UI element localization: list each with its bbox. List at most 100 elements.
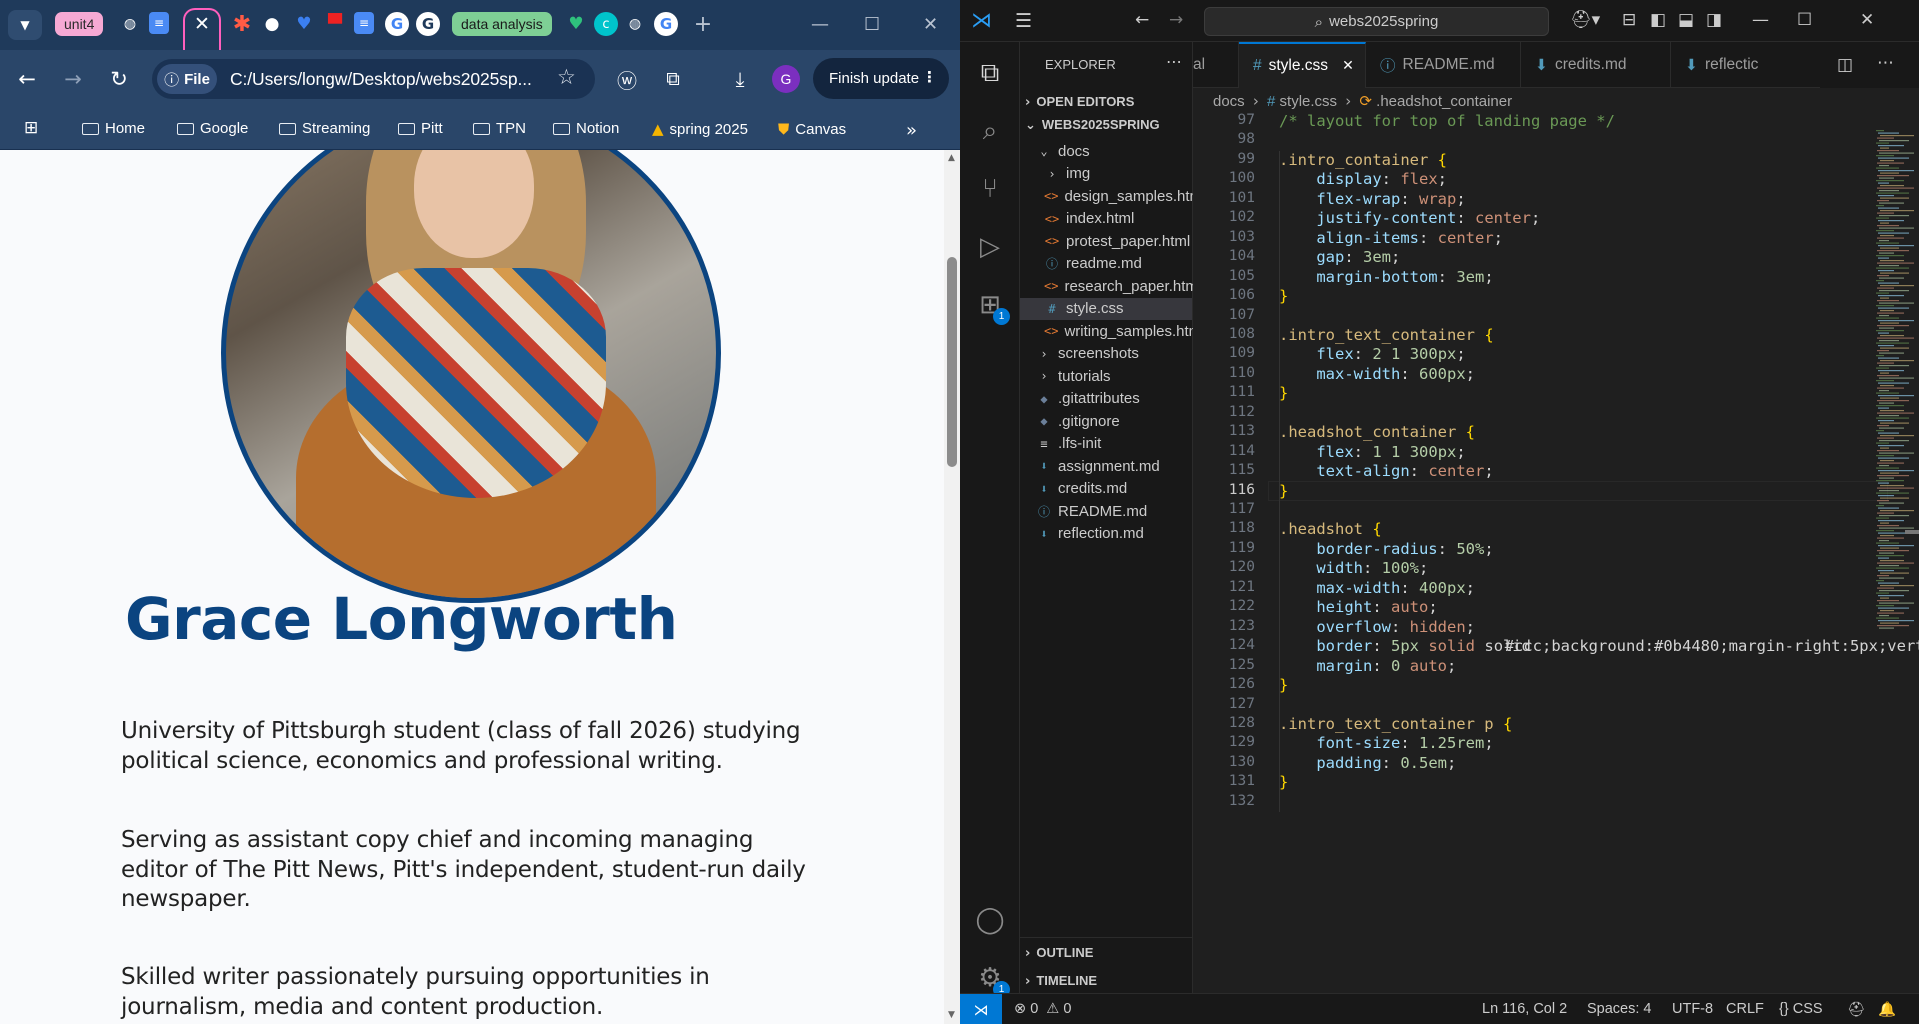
indentation[interactable]: Spaces: 4 xyxy=(1587,1001,1652,1017)
maximize-icon[interactable]: ☐ xyxy=(864,14,880,35)
github-icon[interactable]: ● xyxy=(260,12,284,36)
breadcrumb-symbol[interactable]: .headshot_container xyxy=(1376,93,1512,110)
site-info-chip[interactable]: ⓘ File xyxy=(157,64,217,94)
minimize-icon[interactable]: — xyxy=(1752,10,1769,30)
more-actions-icon[interactable]: ⋯ xyxy=(1877,53,1894,73)
bookmark-pitt[interactable]: Pitt xyxy=(398,120,443,137)
forward-arrow-icon[interactable]: → xyxy=(1169,10,1183,30)
editor-tab-active[interactable]: # style.css ✕ xyxy=(1239,42,1366,88)
address-bar[interactable]: ⓘ File C:/Users/longw/Desktop/webs2025sp… xyxy=(152,59,595,99)
language-mode[interactable]: {} CSS xyxy=(1779,1001,1823,1017)
notifications-bell-icon[interactable]: 🔔 xyxy=(1878,1001,1896,1018)
scroll-down-arrow-icon[interactable]: ▼ xyxy=(948,1010,955,1020)
google-icon[interactable]: G xyxy=(385,12,409,36)
url-text[interactable]: C:/Users/longw/Desktop/webs2025sp... xyxy=(230,69,532,90)
breadcrumb-file[interactable]: style.css xyxy=(1280,93,1338,110)
minimize-icon[interactable]: — xyxy=(811,14,829,35)
code-line[interactable]: .intro_text_container p { xyxy=(1279,715,1512,733)
code-line[interactable]: } xyxy=(1279,482,1288,500)
file-tree-item[interactable]: ⬇ credits.md xyxy=(1020,478,1192,500)
copilot-status-icon[interactable]: ⛑ xyxy=(1847,1001,1865,1018)
asterisk-icon[interactable]: ✱ xyxy=(230,12,254,37)
toggle-panel-icon[interactable]: ⬓ xyxy=(1678,10,1694,30)
heart-icon[interactable]: ♥ xyxy=(292,12,316,36)
scroll-up-arrow-icon[interactable]: ▲ xyxy=(948,153,955,163)
reload-icon[interactable]: ↻ xyxy=(104,64,134,94)
timeline-section[interactable]: › TIMELINE xyxy=(1025,973,1097,989)
finish-update-button[interactable]: Finish update ⋮ xyxy=(813,58,949,99)
explorer-files-icon[interactable]: ⧉ xyxy=(972,55,1008,91)
editor-tab[interactable]: ⓘ README.md xyxy=(1366,42,1521,88)
bookmark-notion[interactable]: Notion xyxy=(553,120,619,137)
code-line[interactable]: } xyxy=(1279,773,1288,791)
code-line[interactable]: padding: 0.5em; xyxy=(1279,754,1456,772)
outline-section[interactable]: › OUTLINE xyxy=(1025,945,1093,961)
bookmark-google[interactable]: Google xyxy=(177,120,248,137)
page-scrollbar[interactable]: ▲ ▼ xyxy=(944,150,960,1024)
code-line[interactable]: flex-wrap: wrap; xyxy=(1279,190,1465,208)
new-tab-plus-icon[interactable]: + xyxy=(691,12,715,37)
code-line[interactable]: overflow: hidden; xyxy=(1279,618,1475,636)
settings-gear-icon[interactable]: ⚙ 1 xyxy=(972,960,1010,998)
code-line[interactable]: max-width: 400px; xyxy=(1279,579,1475,597)
toggle-secondary-sidebar-icon[interactable]: ◨ xyxy=(1706,10,1722,30)
code-line[interactable]: } xyxy=(1279,384,1288,402)
bookmark-canvas[interactable]: ⛊ Canvas xyxy=(778,120,846,138)
code-line[interactable]: flex: 1 1 300px; xyxy=(1279,443,1465,461)
code-line[interactable]: border-radius: 50%; xyxy=(1279,540,1493,558)
file-tree-item[interactable]: ⬇ reflection.md xyxy=(1020,523,1192,545)
remote-indicator-icon[interactable]: ⋊ xyxy=(960,994,1002,1024)
bookmark-tpn[interactable]: TPN xyxy=(473,120,526,137)
command-center-search[interactable]: ⌕ webs2025spring xyxy=(1204,7,1549,36)
file-tree-item[interactable]: <> design_samples.html xyxy=(1020,185,1205,207)
file-tree-item[interactable]: <> writing_samples.html xyxy=(1020,320,1205,342)
code-line[interactable]: margin: 0 auto; xyxy=(1279,657,1456,675)
extension-w-icon[interactable]: ⓦ xyxy=(612,64,642,94)
code-line[interactable]: display: flex; xyxy=(1279,170,1447,188)
more-vertical-icon[interactable]: ⋮ xyxy=(922,68,937,86)
google-icon[interactable]: G xyxy=(654,12,678,36)
scroll-thumb[interactable] xyxy=(947,257,957,467)
code-line[interactable]: .headshot_container { xyxy=(1279,423,1475,441)
google-docs-icon[interactable]: ≡ xyxy=(354,12,374,34)
editor-scrollbar[interactable] xyxy=(1905,130,1919,993)
download-icon[interactable]: ⤓ xyxy=(725,64,755,94)
close-window-icon[interactable]: ✕ xyxy=(1860,10,1874,30)
code-line[interactable]: max-width: 600px; xyxy=(1279,365,1475,383)
file-tree-item[interactable]: ⓘ README.md xyxy=(1020,500,1192,522)
maximize-icon[interactable]: ☐ xyxy=(1797,10,1812,30)
heart-icon[interactable]: ♥ xyxy=(564,12,588,36)
close-window-icon[interactable]: ✕ xyxy=(923,14,938,35)
code-line[interactable]: justify-content: center; xyxy=(1279,209,1540,227)
red-app-icon[interactable]: ▀ xyxy=(323,12,347,36)
file-tree-item[interactable]: <> protest_paper.html xyxy=(1020,230,1192,252)
menu-hamburger-icon[interactable]: ☰ xyxy=(1015,10,1032,32)
forward-arrow-icon[interactable]: → xyxy=(58,64,88,94)
canva-icon[interactable]: c xyxy=(594,12,618,36)
google-docs-icon[interactable]: ≡ xyxy=(149,12,169,34)
source-control-icon[interactable]: ⑂ xyxy=(972,171,1008,207)
close-icon[interactable]: ✕ xyxy=(1342,58,1354,74)
back-arrow-icon[interactable]: ← xyxy=(1135,10,1149,30)
file-tree-item[interactable]: ◆ .gitattributes xyxy=(1020,388,1192,410)
file-tree-item[interactable]: <> research_paper.html xyxy=(1020,275,1201,297)
toggle-sidebar-icon[interactable]: ◧ xyxy=(1650,10,1666,30)
file-tree-item[interactable]: › img xyxy=(1020,163,1192,185)
editor-tab[interactable]: ⬇ reflectic xyxy=(1671,42,1819,88)
file-tree-item[interactable]: ⌄ docs xyxy=(1020,140,1192,162)
problems-indicator[interactable]: ⊗ 0 ⚠ 0 xyxy=(1014,1001,1071,1017)
line-ending[interactable]: CRLF xyxy=(1726,1001,1764,1017)
split-editor-icon[interactable]: ◫ xyxy=(1837,55,1853,75)
tab-group-data-analysis[interactable]: data analysis xyxy=(452,12,552,36)
run-debug-icon[interactable]: ▷ xyxy=(972,229,1008,265)
file-tree-item[interactable]: ◆ .gitignore xyxy=(1020,410,1192,432)
bookmark-star-icon[interactable]: ☆ xyxy=(557,65,576,89)
file-tree-item[interactable]: › tutorials xyxy=(1020,365,1192,387)
tab-group-unit4[interactable]: unit4 xyxy=(55,12,104,36)
file-tree-item[interactable]: › screenshots xyxy=(1020,343,1192,365)
bookmark-home[interactable]: Home xyxy=(82,120,145,137)
bookmark-streaming[interactable]: Streaming xyxy=(279,120,370,137)
code-line[interactable]: .intro_text_container { xyxy=(1279,326,1494,344)
code-line[interactable]: .intro_container { xyxy=(1279,151,1447,169)
account-icon[interactable]: ◯ xyxy=(972,902,1008,938)
